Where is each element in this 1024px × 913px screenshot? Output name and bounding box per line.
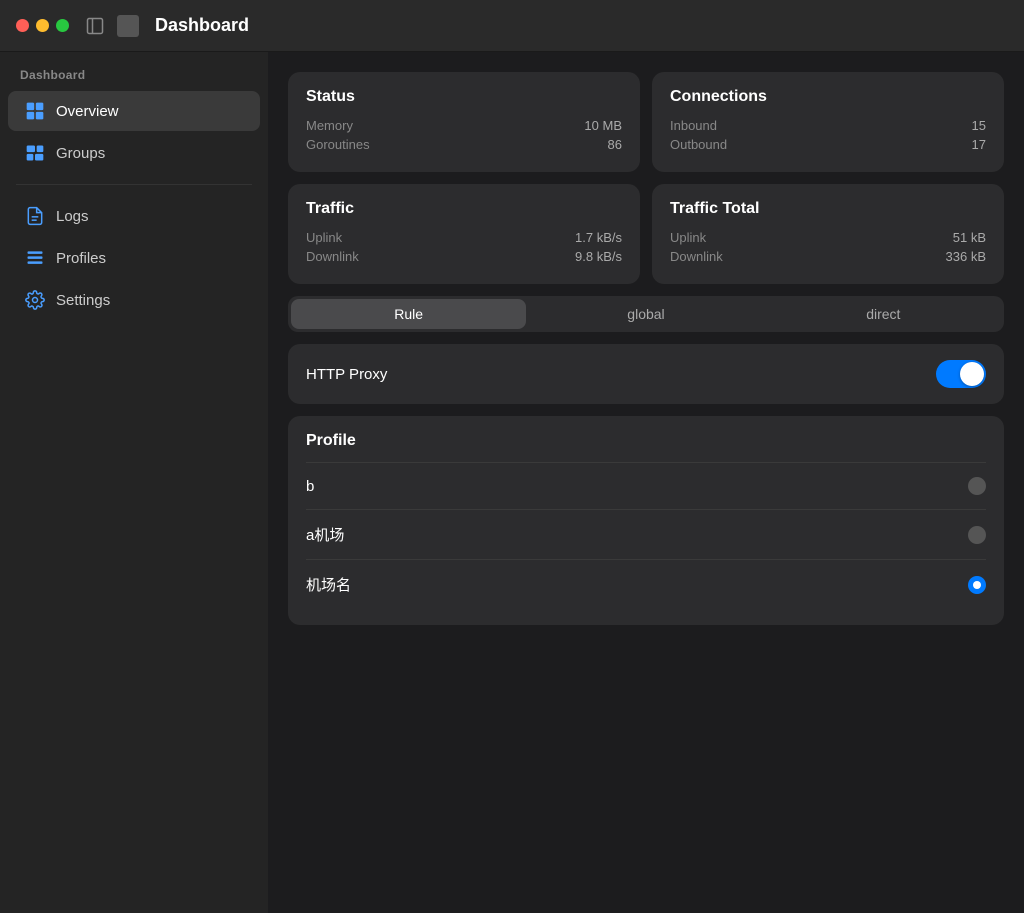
panel-icon [117, 15, 139, 37]
overview-icon [24, 100, 46, 122]
sidebar-item-overview[interactable]: Overview [8, 91, 260, 131]
traffic-downlink-value: 9.8 kB/s [575, 249, 622, 264]
profile-name-airport-name: 机场名 [306, 574, 351, 595]
inbound-label: Inbound [670, 118, 717, 133]
goroutines-label: Goroutines [306, 137, 370, 152]
titlebar: Dashboard [0, 0, 1024, 52]
inbound-value: 15 [972, 118, 986, 133]
profile-item-airport-name[interactable]: 机场名 [306, 559, 986, 609]
status-card-title: Status [306, 88, 622, 106]
settings-icon [24, 289, 46, 311]
fullscreen-button[interactable] [56, 19, 69, 32]
mode-tabs: Rule global direct [288, 296, 1004, 332]
traffic-card: Traffic Uplink 1.7 kB/s Downlink 9.8 kB/… [288, 184, 640, 284]
traffic-total-downlink-label: Downlink [670, 249, 723, 264]
traffic-total-uplink-row: Uplink 51 kB [670, 230, 986, 245]
profile-name-b: b [306, 478, 314, 495]
sidebar-divider [16, 184, 252, 185]
profile-section: Profile b a机场 机场名 [288, 416, 1004, 625]
groups-icon [24, 142, 46, 164]
memory-value: 10 MB [584, 118, 622, 133]
sidebar-item-settings-label: Settings [56, 292, 110, 309]
close-button[interactable] [16, 19, 29, 32]
traffic-total-uplink-value: 51 kB [953, 230, 986, 245]
sidebar-toggle-icon[interactable] [85, 16, 105, 36]
outbound-value: 17 [972, 137, 986, 152]
http-proxy-row: HTTP Proxy [288, 344, 1004, 404]
profile-section-title: Profile [306, 432, 986, 450]
status-goroutines-row: Goroutines 86 [306, 137, 622, 152]
profile-radio-b[interactable] [968, 477, 986, 495]
sidebar-item-logs[interactable]: Logs [8, 196, 260, 236]
connections-card-title: Connections [670, 88, 986, 106]
http-proxy-toggle[interactable] [936, 360, 986, 388]
traffic-downlink-label: Downlink [306, 249, 359, 264]
traffic-lights [16, 19, 69, 32]
profile-radio-a-airport[interactable] [968, 526, 986, 544]
traffic-total-card-title: Traffic Total [670, 200, 986, 218]
tab-rule[interactable]: Rule [291, 299, 526, 329]
sidebar-item-profiles-label: Profiles [56, 250, 106, 267]
traffic-card-title: Traffic [306, 200, 622, 218]
traffic-total-card: Traffic Total Uplink 51 kB Downlink 336 … [652, 184, 1004, 284]
sidebar-item-logs-label: Logs [56, 208, 89, 225]
profile-item-a-airport[interactable]: a机场 [306, 509, 986, 559]
profile-name-a-airport: a机场 [306, 524, 344, 545]
goroutines-value: 86 [608, 137, 622, 152]
sidebar-item-groups[interactable]: Groups [8, 133, 260, 173]
traffic-total-downlink-row: Downlink 336 kB [670, 249, 986, 264]
traffic-downlink-row: Downlink 9.8 kB/s [306, 249, 622, 264]
traffic-uplink-label: Uplink [306, 230, 342, 245]
status-card: Status Memory 10 MB Goroutines 86 [288, 72, 640, 172]
traffic-uplink-row: Uplink 1.7 kB/s [306, 230, 622, 245]
outbound-label: Outbound [670, 137, 727, 152]
main-layout: Dashboard Overview [0, 52, 1024, 913]
sidebar-item-overview-label: Overview [56, 103, 119, 120]
page-title: Dashboard [155, 15, 249, 36]
sidebar-item-groups-label: Groups [56, 145, 105, 162]
sidebar-section-label: Dashboard [0, 68, 268, 90]
minimize-button[interactable] [36, 19, 49, 32]
toggle-knob [960, 362, 984, 386]
traffic-total-uplink-label: Uplink [670, 230, 706, 245]
sidebar: Dashboard Overview [0, 52, 268, 913]
tab-global[interactable]: global [528, 299, 763, 329]
tab-direct[interactable]: direct [766, 299, 1001, 329]
connections-card: Connections Inbound 15 Outbound 17 [652, 72, 1004, 172]
http-proxy-label: HTTP Proxy [306, 366, 387, 383]
cards-row-1: Status Memory 10 MB Goroutines 86 Connec… [288, 72, 1004, 172]
cards-row-2: Traffic Uplink 1.7 kB/s Downlink 9.8 kB/… [288, 184, 1004, 284]
profile-radio-airport-name[interactable] [968, 576, 986, 594]
profiles-icon [24, 247, 46, 269]
connections-outbound-row: Outbound 17 [670, 137, 986, 152]
traffic-total-downlink-value: 336 kB [946, 249, 986, 264]
status-memory-row: Memory 10 MB [306, 118, 622, 133]
sidebar-item-profiles[interactable]: Profiles [8, 238, 260, 278]
sidebar-item-settings[interactable]: Settings [8, 280, 260, 320]
memory-label: Memory [306, 118, 353, 133]
connections-inbound-row: Inbound 15 [670, 118, 986, 133]
traffic-uplink-value: 1.7 kB/s [575, 230, 622, 245]
profile-item-b[interactable]: b [306, 462, 986, 509]
logs-icon [24, 205, 46, 227]
content-area: Status Memory 10 MB Goroutines 86 Connec… [268, 52, 1024, 913]
